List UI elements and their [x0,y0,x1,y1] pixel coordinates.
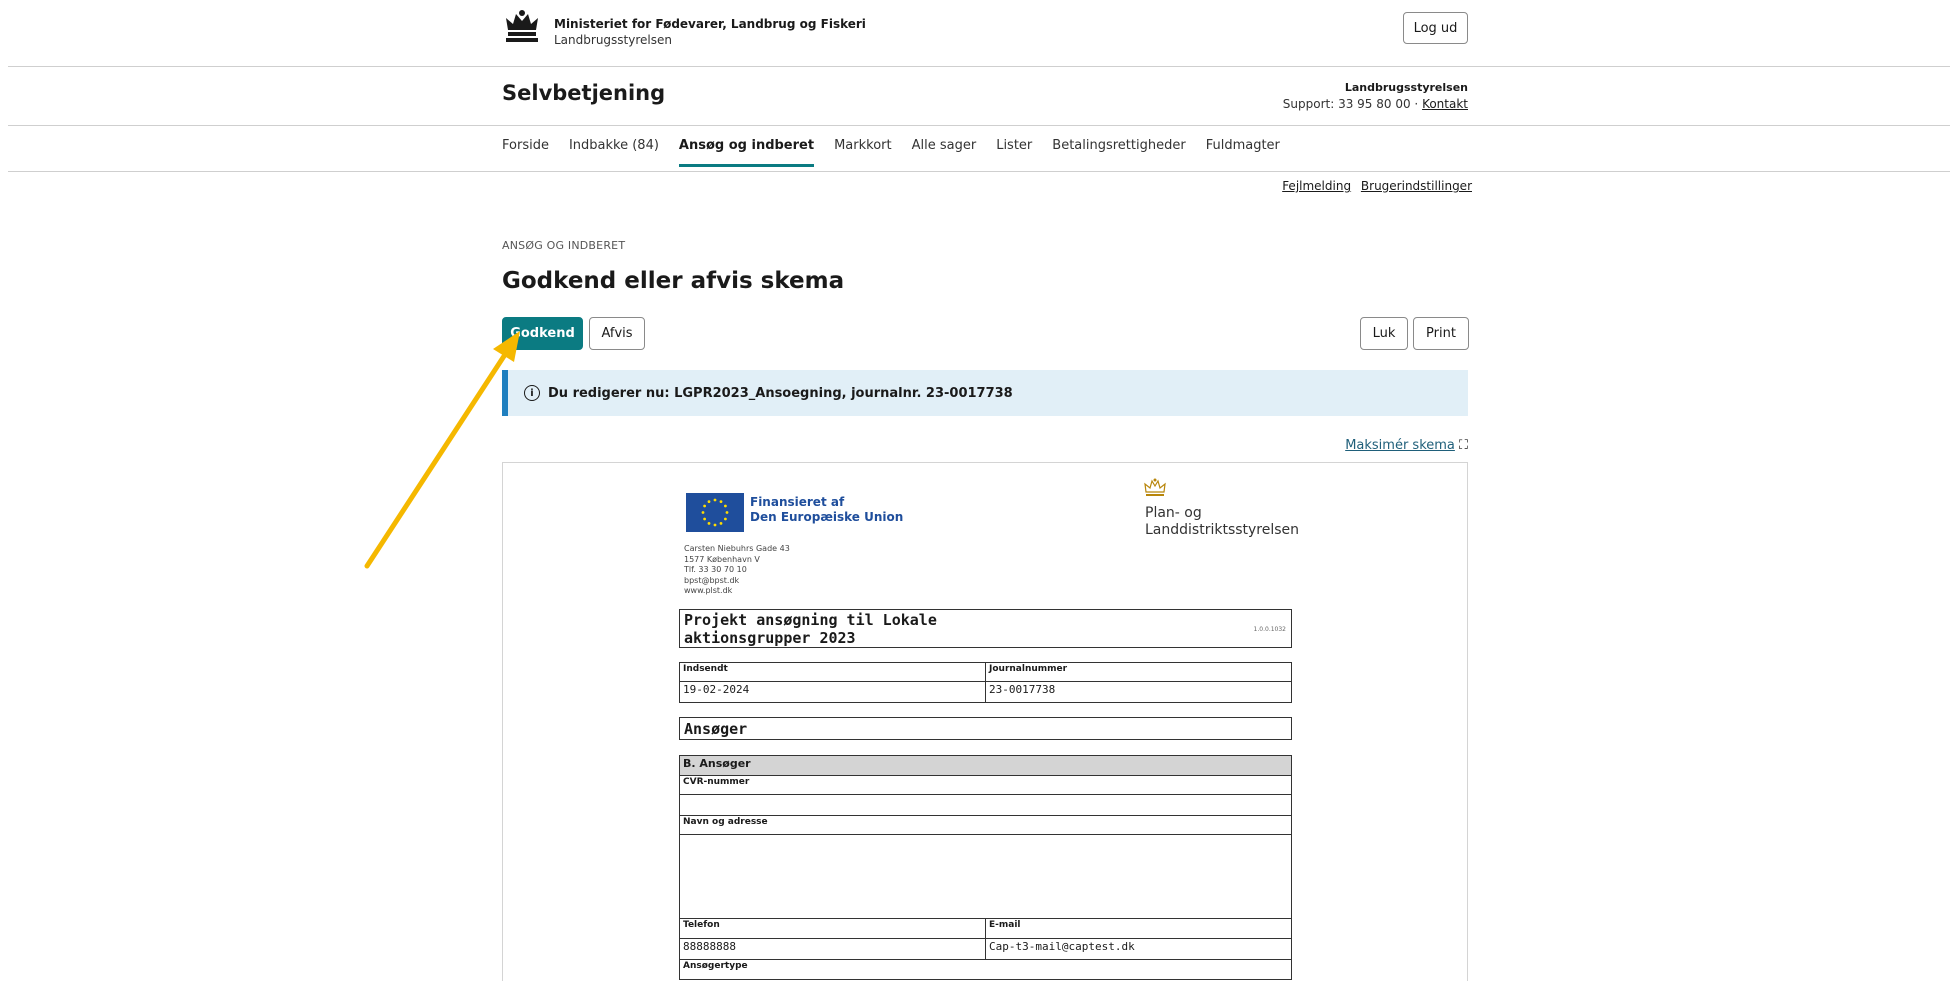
phone-value: 88888888 [679,938,986,960]
address-line: 1577 København V [684,554,760,564]
user-settings-link[interactable]: Brugerindstillinger [1361,179,1472,193]
approve-button[interactable]: Godkend [502,317,583,350]
email-value: Cap-t3-mail@captest.dk [985,938,1292,960]
agency-crown-icon [1144,478,1166,496]
agency-address: Carsten Niebuhrs Gade 43 1577 København … [684,544,790,597]
form-version: 1.0.0.1032 [1253,626,1286,633]
editing-info-banner: i Du redigerer nu: LGPR2023_Ansoegning, … [502,370,1468,416]
nav-item-alle-sager[interactable]: Alle sager [912,138,977,167]
print-button[interactable]: Print [1413,317,1469,350]
ministry-subtitle: Landbrugsstyrelsen [554,33,672,47]
cvr-label: CVR-nummer [679,775,1292,795]
nav-item-markkort[interactable]: Markkort [834,138,892,167]
eu-flag-icon [686,493,744,532]
eu-funding-line2: Den Europæiske Union [750,510,904,524]
address-line: www.plst.dk [684,586,733,595]
breadcrumb: ANSØG OG INDBERET [502,239,626,252]
editing-info-text: Du redigerer nu: LGPR2023_Ansoegning, jo… [548,385,1013,401]
applicant-type-label: Ansøgertype [679,959,1292,980]
journal-value: 23-0017738 [985,681,1292,703]
address-line: Tlf. 33 30 70 10 [684,565,747,574]
nav-divider [8,171,1950,172]
applicant-table: B. Ansøger CVR-nummer Navn og adresse Te… [679,755,1292,980]
logout-button[interactable]: Log ud [1403,12,1468,44]
phone-label: Telefon [679,918,986,939]
support-line: Support: 33 95 80 00 · Kontakt [1100,97,1468,111]
utility-links: Fejlmelding Brugerindstillinger [1200,179,1472,193]
header-divider [8,66,1950,67]
main-nav: Forside Indbakke (84) Ansøg og indberet … [502,138,1280,167]
name-address-label: Navn og adresse [679,815,1292,835]
maximize-form-link[interactable]: Maksimér skema [1345,438,1455,453]
form-title-box: Projekt ansøgning til Lokale aktionsgrup… [679,609,1292,648]
nav-item-indbakke[interactable]: Indbakke (84) [569,138,659,167]
contact-link[interactable]: Kontakt [1422,97,1468,111]
eu-funding-text: Finansieret af Den Europæiske Union [750,495,903,525]
nav-item-fuldmagter[interactable]: Fuldmagter [1206,138,1280,167]
agency-line1: Plan- og [1145,505,1202,521]
cvr-value [679,794,1292,816]
email-label: E-mail [985,918,1292,939]
subsection-b-heading: B. Ansøger [679,755,1292,776]
eu-funding-line1: Finansieret af [750,495,845,509]
nav-item-forside[interactable]: Forside [502,138,549,167]
submission-table: Indsendt Journalnummer 19-02-2024 23-001… [679,662,1292,703]
form-title-line1: Projekt ansøgning til Lokale [684,611,937,629]
maximize-form[interactable]: Maksimér skema ⛶ [1300,438,1468,453]
close-button[interactable]: Luk [1360,317,1408,350]
reject-button[interactable]: Afvis [589,317,645,350]
nav-item-lister[interactable]: Lister [996,138,1032,167]
crown-logo-icon [506,10,538,42]
ministry-name: Ministeriet for Fødevarer, Landbrug og F… [554,17,866,31]
title-divider [8,125,1950,126]
agency-name: Plan- og Landdistriktsstyrelsen [1145,505,1299,539]
page-title: Godkend eller afvis skema [502,268,845,294]
form-title-line2: aktionsgrupper 2023 [684,629,856,647]
info-circle-icon: i [524,385,540,401]
address-line: Carsten Niebuhrs Gade 43 [684,544,790,553]
expand-icon[interactable]: ⛶ [1459,438,1468,453]
site-title: Selvbetjening [502,81,666,105]
journal-label: Journalnummer [985,662,1292,682]
submitted-value: 19-02-2024 [679,681,986,703]
submitted-label: Indsendt [679,662,986,682]
support-org-name: Landbrugsstyrelsen [1344,81,1468,94]
support-phone: Support: 33 95 80 00 · [1282,97,1423,111]
nav-item-ansoeg-og-indberet[interactable]: Ansøg og indberet [678,138,815,167]
agency-line2: Landdistriktsstyrelsen [1145,522,1300,538]
nav-item-betalingsrettigheder[interactable]: Betalingsrettigheder [1052,138,1185,167]
error-report-link[interactable]: Fejlmelding [1282,179,1351,193]
section-applicant-heading: Ansøger [679,717,1292,740]
address-line: bpst@bpst.dk [684,575,740,585]
name-address-value [679,834,1292,919]
